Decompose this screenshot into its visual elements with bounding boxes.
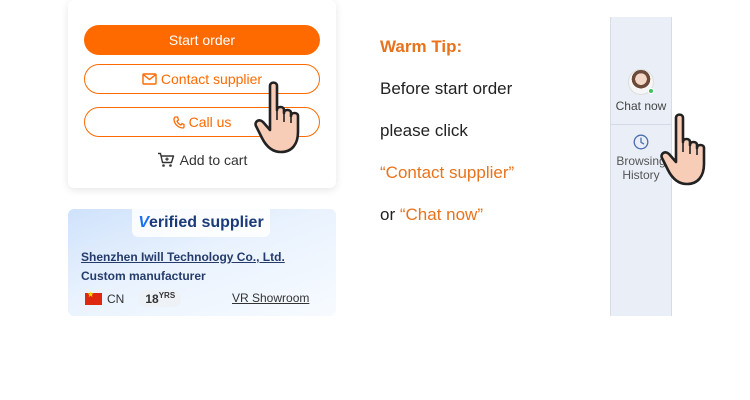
company-name-link[interactable]: Shenzhen Iwill Technology Co., Ltd. xyxy=(81,250,285,264)
add-to-cart-label: Add to cart xyxy=(179,152,248,168)
warm-tip-line-4: or “Chat now” xyxy=(380,205,483,225)
years-value: 18 xyxy=(145,292,159,306)
verified-badge-text: erified supplier xyxy=(148,214,264,231)
warm-tip-title: Warm Tip: xyxy=(380,37,463,56)
phone-icon xyxy=(172,115,185,129)
warm-tip-line-2: please click xyxy=(380,121,468,140)
page: Start order Contact supplier Call us Add… xyxy=(0,0,750,400)
envelope-icon xyxy=(142,73,157,85)
verified-supplier-card: Verified supplier Shenzhen Iwill Technol… xyxy=(68,209,336,316)
cart-icon xyxy=(157,152,174,167)
vr-showroom-link[interactable]: VR Showroom xyxy=(232,291,309,305)
browsing-history-line-2: History xyxy=(622,168,660,182)
clock-icon xyxy=(633,134,649,150)
china-flag-icon xyxy=(85,290,102,305)
warm-tip-or: or xyxy=(380,205,400,224)
start-order-label: Start order xyxy=(168,32,236,48)
verified-v-mark: V xyxy=(138,214,149,231)
company-type: Custom manufacturer xyxy=(81,269,206,283)
warm-tip-line-1: Before start order xyxy=(380,79,513,98)
hand-pointer-icon xyxy=(660,113,706,186)
start-order-button[interactable]: Start order xyxy=(84,25,320,55)
verified-supplier-badge: Verified supplier xyxy=(132,209,270,237)
hand-pointer-icon xyxy=(254,81,300,154)
call-us-label: Call us xyxy=(188,114,232,130)
warm-tip-line-3: “Contact supplier” xyxy=(380,163,515,182)
chat-now-label: Chat now xyxy=(615,99,667,113)
years-badge: 18YRS xyxy=(139,290,182,307)
online-status-dot xyxy=(648,88,654,94)
warm-tip-chat-now: “Chat now” xyxy=(399,205,483,224)
years-unit: YRS xyxy=(158,291,176,300)
supplier-meta-row: CN 18YRS xyxy=(85,290,182,307)
chat-now-button[interactable]: Chat now xyxy=(611,69,671,113)
contact-supplier-label: Contact supplier xyxy=(160,71,263,87)
country-code: CN xyxy=(107,291,125,306)
browsing-history-line-1: Browsing xyxy=(616,154,666,168)
avatar xyxy=(628,69,654,95)
